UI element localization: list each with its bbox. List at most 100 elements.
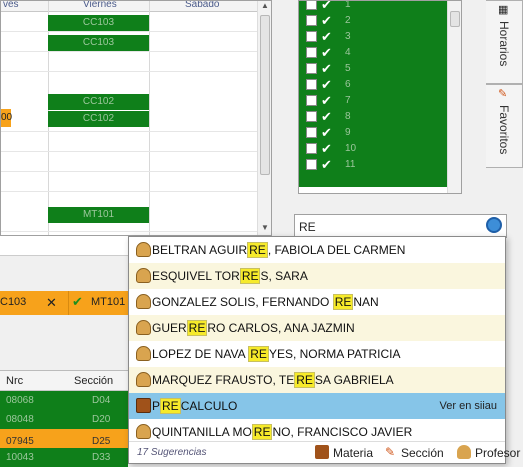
grid-line bbox=[1, 51, 259, 52]
tab-horarios[interactable]: ▦ Horarios bbox=[486, 0, 523, 84]
check-icon: ✔ bbox=[321, 125, 332, 140]
search-box[interactable]: RE bbox=[294, 214, 507, 238]
grid-line bbox=[1, 71, 259, 72]
close-icon[interactable]: ✕ bbox=[46, 295, 57, 311]
list-item-label: 10 bbox=[345, 143, 357, 154]
profesor-icon bbox=[136, 294, 151, 309]
suggestion-item[interactable]: LOPEZ DE NAVA RE YES, NORMA PATRICIA bbox=[129, 341, 505, 367]
table-row[interactable]: 10043 D33 bbox=[0, 448, 128, 467]
check-icon: ✔ bbox=[321, 29, 332, 44]
list-item[interactable]: ✔ 5 bbox=[299, 61, 449, 77]
check-icon: ✔ bbox=[321, 157, 332, 172]
checkbox[interactable] bbox=[306, 47, 317, 58]
grid-cell-mt101[interactable]: MT101 bbox=[48, 207, 149, 223]
sections-table: Nrc Sección 08068 D04 08048 D20 07945 D2… bbox=[0, 370, 128, 467]
table-row[interactable]: 08048 D20 bbox=[0, 410, 128, 429]
list-item[interactable]: ✔ 8 bbox=[299, 109, 449, 125]
list-item[interactable]: ✔ 11 bbox=[299, 157, 449, 173]
tab-favoritos[interactable]: ✎ Favoritos bbox=[486, 84, 523, 168]
checkbox[interactable] bbox=[306, 111, 317, 122]
suggestion-item[interactable]: GONZALEZ SOLIS, FERNANDO RE NAN bbox=[129, 289, 505, 315]
suggestion-item[interactable]: BELTRAN AGUIR RE, FABIOLA DEL CARMEN bbox=[129, 237, 505, 263]
grid-cell-cc103[interactable]: CC103 bbox=[48, 15, 149, 31]
suggestion-text: GONZALEZ SOLIS, FERNANDO RE NAN bbox=[152, 294, 379, 310]
grid-header-jueves: ves bbox=[3, 0, 19, 10]
separator-area bbox=[0, 256, 128, 286]
profesor-icon bbox=[136, 424, 151, 439]
list-item[interactable] bbox=[299, 173, 449, 187]
scroll-up-icon[interactable]: ▲ bbox=[261, 1, 269, 10]
suggestion-item[interactable]: MARQUEZ FRAUSTO, TE RE SA GABRIELA bbox=[129, 367, 505, 393]
suggestion-item[interactable]: GUER RE RO CARLOS, ANA JAZMIN bbox=[129, 315, 505, 341]
list-item-label: 7 bbox=[345, 95, 351, 106]
grid-line bbox=[1, 151, 259, 152]
grid-cell-cc102[interactable]: CC102 bbox=[48, 94, 149, 110]
suggestion-item[interactable]: ESQUIVEL TOR RE S, SARA bbox=[129, 263, 505, 289]
grid-cell-cc102[interactable]: CC102 bbox=[48, 111, 149, 127]
check-icon: ✔ bbox=[321, 45, 332, 60]
list-item[interactable]: ✔ 7 bbox=[299, 93, 449, 109]
suggestion-item-selected[interactable]: P RE CALCULO Ver en siiau bbox=[129, 393, 505, 419]
cell-nrc: 10043 bbox=[6, 452, 34, 463]
suggestion-text: MARQUEZ FRAUSTO, TE RE SA GABRIELA bbox=[152, 372, 394, 388]
checkbox[interactable] bbox=[306, 79, 317, 90]
grid-cell-orange[interactable]: 00 bbox=[1, 109, 12, 127]
profesor-icon bbox=[136, 268, 151, 283]
list-item[interactable]: ✔ 10 bbox=[299, 141, 449, 157]
grid-line bbox=[1, 231, 259, 232]
check-icon: ✔ bbox=[321, 77, 332, 92]
table-row[interactable]: 08068 D04 bbox=[0, 391, 128, 410]
checkbox[interactable] bbox=[306, 95, 317, 106]
grid-footer bbox=[0, 236, 128, 256]
filter-profesor[interactable]: Profesor bbox=[475, 446, 520, 460]
scroll-thumb[interactable] bbox=[450, 11, 460, 27]
filter-seccion[interactable]: Sección bbox=[401, 446, 444, 460]
suggestion-text: QUINTANILLA MO RE NO, FRANCISCO JAVIER bbox=[152, 424, 413, 440]
profesor-icon bbox=[136, 320, 151, 335]
list-item[interactable]: ✔ 2 bbox=[299, 13, 449, 29]
list-item[interactable]: ✔ 6 bbox=[299, 77, 449, 93]
checkbox[interactable] bbox=[306, 159, 317, 170]
ver-en-siiau-link[interactable]: Ver en siiau bbox=[440, 400, 497, 412]
checkbox[interactable] bbox=[306, 1, 317, 10]
search-icon[interactable] bbox=[486, 217, 502, 233]
grid-line bbox=[1, 131, 259, 132]
cell-nrc: 08048 bbox=[6, 414, 34, 425]
list-item[interactable]: ✔ 4 bbox=[299, 45, 449, 61]
checkbox[interactable] bbox=[306, 63, 317, 74]
course-chip[interactable]: ✔ MT101 bbox=[68, 291, 128, 315]
horarios-scrollbar[interactable] bbox=[447, 1, 461, 193]
list-item[interactable]: ✔ 9 bbox=[299, 125, 449, 141]
checkbox[interactable] bbox=[306, 15, 317, 26]
suggestion-count: 17 Sugerencias bbox=[137, 447, 207, 458]
checkbox[interactable] bbox=[306, 127, 317, 138]
table-row[interactable]: 07945 D25 bbox=[0, 429, 128, 448]
list-item-label: 5 bbox=[345, 63, 351, 74]
grid-scrollbar[interactable]: ▲ ▼ bbox=[257, 1, 271, 235]
chip-label: C103 bbox=[0, 296, 27, 308]
list-item[interactable]: ✔ 3 bbox=[299, 29, 449, 45]
list-item-label: 2 bbox=[345, 15, 351, 26]
filter-materia[interactable]: Materia bbox=[333, 446, 373, 460]
suggestions-footer: 17 Sugerencias Materia ✎ Sección Profeso… bbox=[129, 441, 520, 463]
suggestion-text: BELTRAN AGUIR RE, FABIOLA DEL CARMEN bbox=[152, 242, 406, 258]
check-icon: ✔ bbox=[72, 294, 83, 309]
grid-cell-cc103[interactable]: CC103 bbox=[48, 35, 149, 51]
grid-line bbox=[1, 31, 259, 32]
check-icon: ✔ bbox=[321, 141, 332, 156]
list-item[interactable]: ✔ 1 bbox=[299, 1, 449, 13]
chip-label: MT101 bbox=[91, 296, 126, 308]
scroll-thumb[interactable] bbox=[260, 15, 270, 175]
scroll-down-icon[interactable]: ▼ bbox=[261, 223, 269, 232]
list-item-label: 9 bbox=[345, 127, 351, 138]
grid-line bbox=[1, 171, 259, 172]
materia-icon bbox=[136, 398, 151, 413]
profesor-icon bbox=[136, 346, 151, 361]
column-header-nrc: Nrc bbox=[6, 375, 24, 387]
check-icon: ✔ bbox=[321, 93, 332, 108]
checkbox[interactable] bbox=[306, 143, 317, 154]
list-item-label: 8 bbox=[345, 111, 351, 122]
cell-seccion: D20 bbox=[92, 414, 111, 425]
checkbox[interactable] bbox=[306, 31, 317, 42]
search-input[interactable]: RE bbox=[299, 220, 316, 234]
